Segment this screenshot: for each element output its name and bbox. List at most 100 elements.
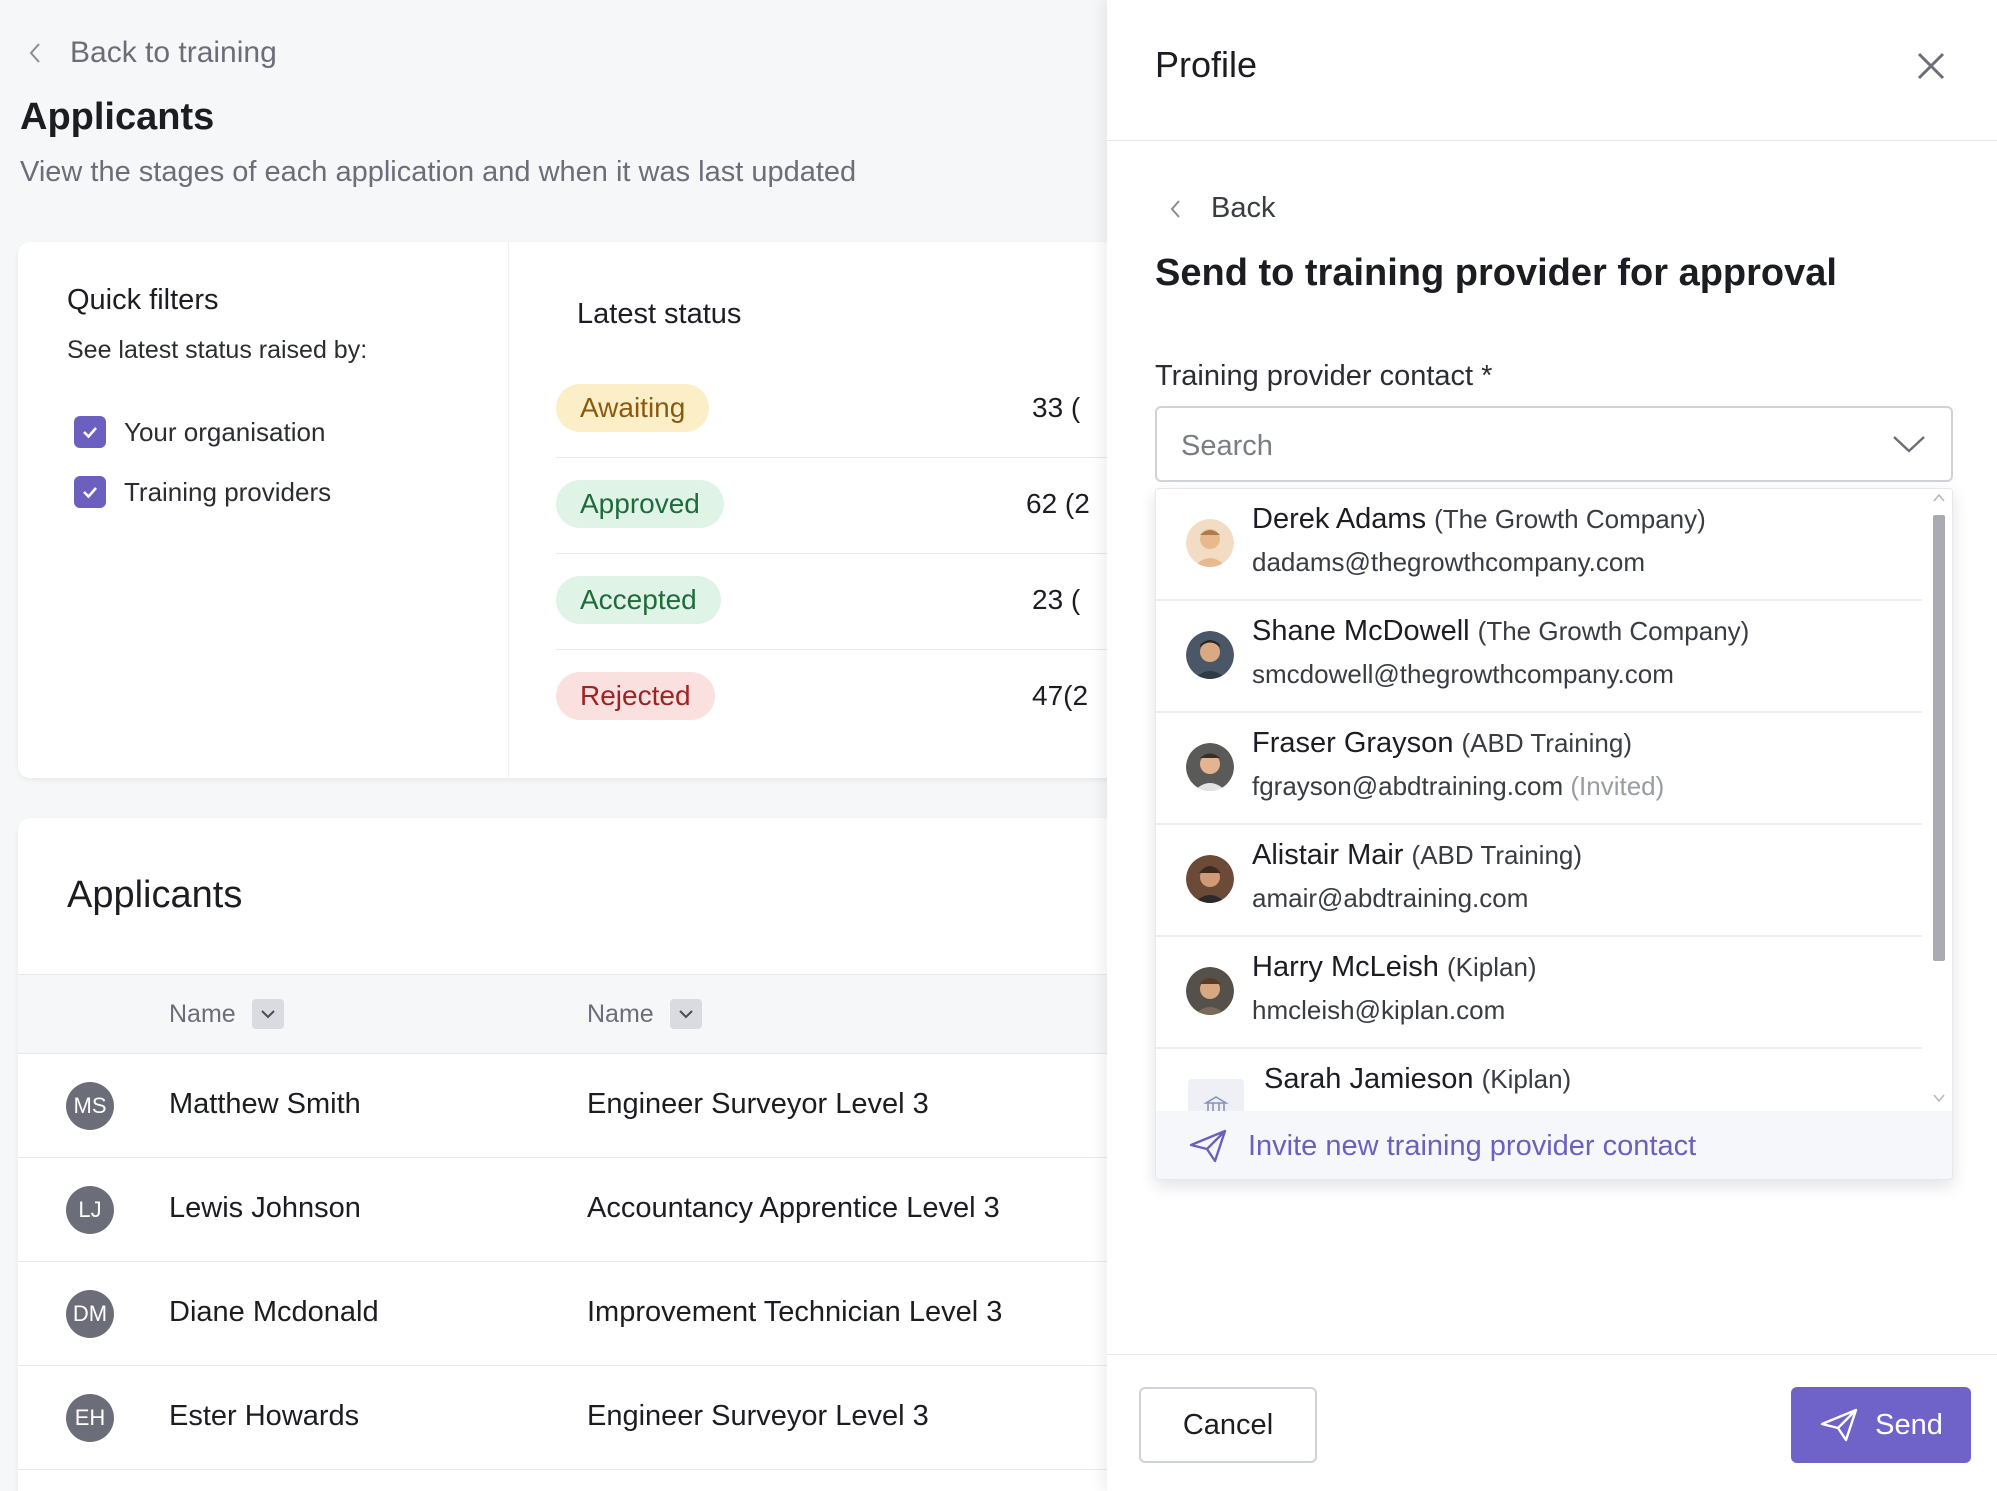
applicant-name: Matthew Smith bbox=[169, 1088, 361, 1120]
training-provider-contact-select[interactable]: Search bbox=[1155, 406, 1953, 482]
status-row-accepted[interactable]: Accepted 23 ( bbox=[556, 554, 1107, 650]
applicants-page: Back to training Applicants View the sta… bbox=[0, 0, 1107, 1491]
column-header-label: Name bbox=[587, 999, 654, 1028]
training-provider-contact-label: Training provider contact * bbox=[1155, 360, 1493, 392]
invite-new-contact-button[interactable]: Invite new training provider contact bbox=[1156, 1111, 1952, 1179]
status-row-awaiting[interactable]: Awaiting 33 ( bbox=[556, 362, 1107, 458]
status-count: 23 ( bbox=[1032, 584, 1081, 615]
back-to-training-label: Back to training bbox=[70, 36, 277, 69]
chevron-down-icon bbox=[678, 1010, 693, 1019]
avatar bbox=[1186, 631, 1234, 679]
status-row-approved[interactable]: Approved 62 (2 bbox=[556, 458, 1107, 554]
status-badge: Rejected bbox=[556, 672, 715, 720]
scroll-down-icon[interactable] bbox=[1933, 1093, 1945, 1103]
table-row[interactable]: LJ Lewis Johnson Accountancy Apprentice … bbox=[18, 1158, 1107, 1262]
contact-org: (ABD Training) bbox=[1411, 840, 1583, 870]
page-title: Applicants bbox=[20, 96, 215, 138]
send-button[interactable]: Send bbox=[1791, 1387, 1971, 1463]
status-count: 62 (2 bbox=[1026, 488, 1090, 519]
contact-email: dadams@thegrowthcompany.com bbox=[1252, 547, 1645, 577]
applicants-table-card: Applicants Name Name MS Matthew Smith En… bbox=[18, 818, 1107, 1491]
column-header-course[interactable]: Name bbox=[587, 999, 702, 1029]
search-placeholder: Search bbox=[1181, 430, 1273, 462]
contact-name-line: Shane McDowell (The Growth Company) bbox=[1252, 615, 1749, 648]
contact-option[interactable]: Sarah Jamieson (Kiplan) bbox=[1156, 1049, 1922, 1119]
panel-header: Profile bbox=[1107, 0, 1997, 141]
sort-button[interactable] bbox=[251, 999, 284, 1029]
checkbox-checked[interactable] bbox=[74, 476, 106, 508]
contact-option[interactable]: Fraser Grayson (ABD Training) fgrayson@a… bbox=[1156, 713, 1922, 825]
status-badge: Approved bbox=[556, 480, 724, 528]
scrollbar[interactable] bbox=[1924, 489, 1952, 1111]
table-row[interactable]: MS Matthew Smith Engineer Surveyor Level… bbox=[18, 1054, 1107, 1158]
panel-footer: Cancel Send bbox=[1107, 1354, 1997, 1491]
checkbox-checked[interactable] bbox=[74, 416, 106, 448]
contact-org: (The Growth Company) bbox=[1477, 616, 1750, 646]
contact-name: Sarah Jamieson bbox=[1264, 1063, 1474, 1095]
contact-name: Fraser Grayson bbox=[1252, 727, 1454, 759]
contact-option[interactable]: Derek Adams (The Growth Company) dadams@… bbox=[1156, 489, 1922, 601]
invite-label: Invite new training provider contact bbox=[1248, 1129, 1697, 1162]
chevron-left-icon bbox=[29, 43, 40, 63]
close-icon bbox=[1917, 52, 1945, 80]
status-overview-card: Quick filters See latest status raised b… bbox=[18, 242, 1107, 778]
status-row-rejected[interactable]: Rejected 47(2 bbox=[556, 650, 1107, 746]
contact-email-line: fgrayson@abdtraining.com (Invited) bbox=[1252, 771, 1664, 802]
profile-panel: Profile Back Send to training provider f… bbox=[1107, 0, 1997, 1491]
contact-option[interactable]: Alistair Mair (ABD Training) amair@abdtr… bbox=[1156, 825, 1922, 937]
back-to-training-link[interactable]: Back to training bbox=[26, 36, 277, 70]
scrollbar-thumb[interactable] bbox=[1933, 515, 1945, 961]
avatar bbox=[1186, 519, 1234, 567]
filter-training-providers[interactable]: Training providers bbox=[74, 476, 331, 508]
contact-name-line: Alistair Mair (ABD Training) bbox=[1252, 839, 1582, 872]
applicant-course: Engineer Surveyor Level 3 bbox=[587, 1400, 929, 1432]
applicant-name: Diane Mcdonald bbox=[169, 1296, 379, 1328]
filter-your-organisation[interactable]: Your organisation bbox=[74, 416, 325, 448]
scroll-up-icon[interactable] bbox=[1933, 493, 1945, 503]
check-icon bbox=[83, 427, 97, 439]
contact-name-line: Harry McLeish (Kiplan) bbox=[1252, 951, 1537, 984]
close-button[interactable] bbox=[1911, 46, 1951, 86]
panel-back-link[interactable]: Back bbox=[1167, 192, 1275, 225]
quick-filters-title: Quick filters bbox=[67, 284, 219, 316]
table-header: Name Name bbox=[18, 974, 1107, 1054]
quick-filters: Quick filters See latest status raised b… bbox=[18, 242, 509, 778]
contact-email: smcdowell@thegrowthcompany.com bbox=[1252, 659, 1674, 689]
status-badge: Accepted bbox=[556, 576, 721, 624]
contact-name-line: Derek Adams (The Growth Company) bbox=[1252, 503, 1706, 536]
status-badge: Awaiting bbox=[556, 384, 710, 432]
table-row[interactable]: DM Diane Mcdonald Improvement Technician… bbox=[18, 1262, 1107, 1366]
contact-org: (The Growth Company) bbox=[1434, 504, 1706, 534]
applicant-course: Improvement Technician Level 3 bbox=[587, 1296, 1003, 1328]
avatar bbox=[1186, 967, 1234, 1015]
contact-name: Alistair Mair bbox=[1252, 839, 1404, 871]
avatar: EH bbox=[66, 1394, 114, 1442]
invited-badge: (Invited) bbox=[1570, 771, 1665, 801]
avatar: DM bbox=[66, 1290, 114, 1338]
contact-option[interactable]: Shane McDowell (The Growth Company) smcd… bbox=[1156, 601, 1922, 713]
contact-name: Derek Adams bbox=[1252, 503, 1427, 535]
avatar bbox=[1186, 855, 1234, 903]
panel-heading: Send to training provider for approval bbox=[1155, 252, 1837, 294]
contact-option[interactable]: Harry McLeish (Kiplan) hmcleish@kiplan.c… bbox=[1156, 937, 1922, 1049]
latest-status-title: Latest status bbox=[577, 298, 742, 330]
chevron-left-icon bbox=[1170, 199, 1180, 218]
panel-title: Profile bbox=[1155, 44, 1258, 85]
filter-label: Training providers bbox=[124, 476, 332, 507]
cancel-button[interactable]: Cancel bbox=[1139, 1387, 1317, 1463]
status-count: 47(2 bbox=[1032, 680, 1089, 711]
contact-email: fgrayson@abdtraining.com bbox=[1252, 771, 1564, 801]
applicant-name: Ester Howards bbox=[169, 1400, 360, 1432]
contact-name-line: Fraser Grayson (ABD Training) bbox=[1252, 727, 1632, 760]
filter-label: Your organisation bbox=[124, 416, 326, 447]
panel-back-label: Back bbox=[1211, 192, 1276, 224]
table-row[interactable]: EH Ester Howards Engineer Surveyor Level… bbox=[18, 1366, 1107, 1470]
column-header-name[interactable]: Name bbox=[169, 999, 284, 1029]
quick-filters-subtitle: See latest status raised by: bbox=[67, 336, 368, 364]
avatar bbox=[1186, 743, 1234, 791]
avatar: MS bbox=[66, 1082, 114, 1130]
contact-name: Harry McLeish bbox=[1252, 951, 1439, 983]
sort-button[interactable] bbox=[669, 999, 702, 1029]
contact-org: (Kiplan) bbox=[1447, 952, 1537, 982]
contact-dropdown-list: Derek Adams (The Growth Company) dadams@… bbox=[1155, 488, 1953, 1180]
